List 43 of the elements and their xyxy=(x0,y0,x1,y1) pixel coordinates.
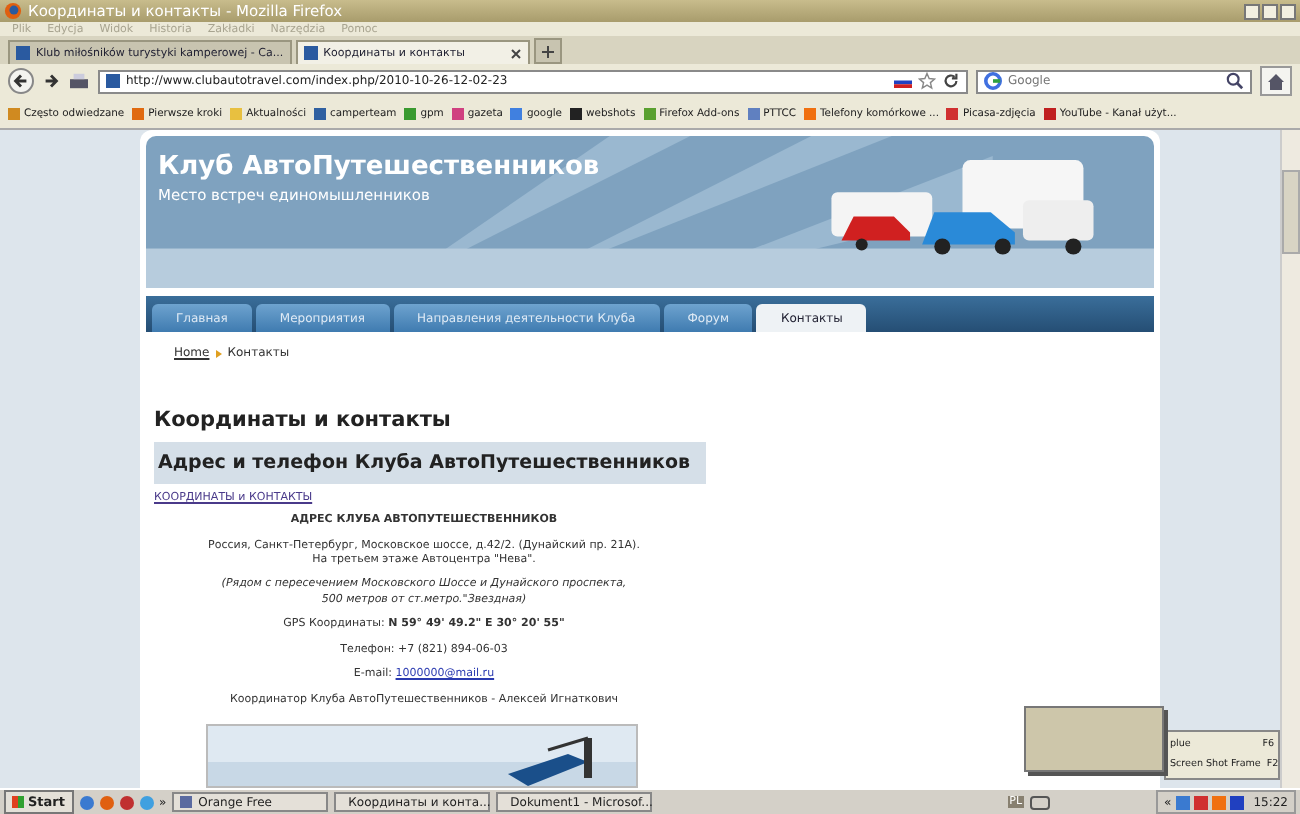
back-button[interactable] xyxy=(8,68,34,94)
favicon-icon xyxy=(314,107,327,119)
favicon-icon xyxy=(451,107,464,119)
keyboard-icon[interactable] xyxy=(1030,795,1051,809)
favicon-icon xyxy=(803,107,816,119)
favicon-icon xyxy=(8,107,20,119)
star-icon[interactable] xyxy=(918,72,936,90)
flag-icon xyxy=(894,75,912,87)
favicon-icon xyxy=(570,107,583,119)
close-button[interactable] xyxy=(1280,3,1296,19)
home-icon xyxy=(1266,71,1286,91)
favicon-icon xyxy=(510,107,523,119)
favicon-icon xyxy=(132,107,145,119)
app-icon[interactable] xyxy=(119,795,133,809)
plus-icon xyxy=(542,45,555,57)
search-icon[interactable] xyxy=(1226,72,1244,90)
section-heading: Адрес и телефон Клуба АвтоПутешественников xyxy=(154,442,706,485)
site-title: Клуб АвтоПутешественников xyxy=(158,152,602,182)
printer-icon[interactable] xyxy=(68,72,90,90)
favicon-icon xyxy=(643,107,656,119)
blank-popup xyxy=(1024,706,1164,772)
favicon-icon xyxy=(747,107,760,119)
maximize-button[interactable] xyxy=(1262,3,1278,19)
scrollbar[interactable] xyxy=(1280,130,1300,788)
google-icon xyxy=(984,72,1002,90)
windows-logo-icon xyxy=(12,796,24,808)
close-icon[interactable] xyxy=(510,47,523,59)
page-icon xyxy=(303,46,318,60)
home-button[interactable] xyxy=(1260,66,1292,96)
favicon-icon xyxy=(404,107,417,119)
forward-icon[interactable] xyxy=(42,72,60,90)
favicon-icon xyxy=(230,107,243,119)
window-icon xyxy=(180,796,193,808)
minimize-button[interactable] xyxy=(1244,3,1260,19)
back-arrow-icon xyxy=(12,72,30,90)
page-heading: Координаты и контакты xyxy=(154,408,453,433)
favicon-icon xyxy=(946,107,959,119)
page-icon xyxy=(16,46,30,60)
breadcrumb-arrow-icon xyxy=(215,349,222,358)
new-tab-button[interactable] xyxy=(534,38,563,64)
page-icon xyxy=(106,74,120,88)
reload-icon[interactable] xyxy=(942,72,960,90)
favicon-icon xyxy=(1043,107,1056,119)
